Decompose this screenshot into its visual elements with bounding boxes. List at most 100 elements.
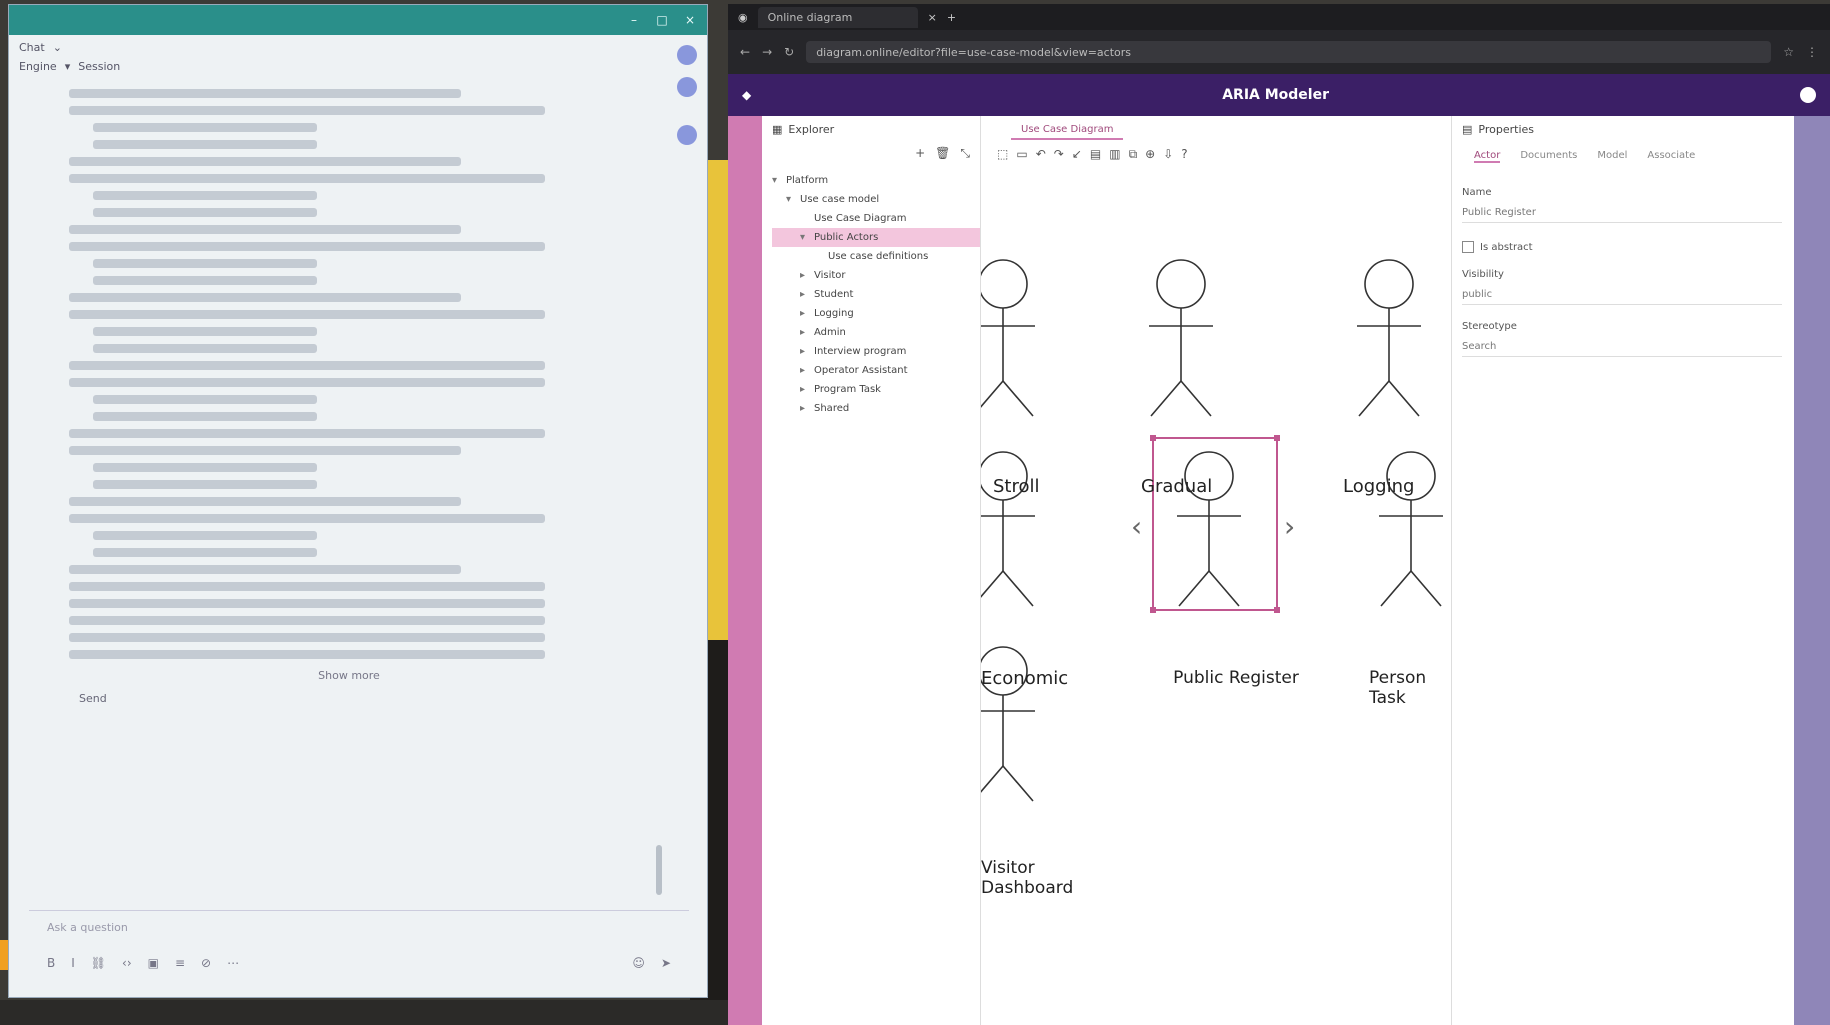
actor-label[interactable]: Stroll: [993, 476, 1040, 497]
session-label[interactable]: Session: [78, 60, 120, 73]
link-icon[interactable]: ⛓: [91, 956, 106, 970]
tree-item[interactable]: ▸ Program Task: [772, 380, 980, 399]
activity-bar[interactable]: [728, 116, 762, 1025]
actor-label[interactable]: Visitor Dashboard: [981, 858, 1101, 898]
tab-actor[interactable]: Actor: [1474, 150, 1501, 163]
tree-caret-icon[interactable]: ▸: [800, 308, 810, 319]
abstract-checkbox[interactable]: Is abstract: [1462, 241, 1782, 253]
tree-caret-icon[interactable]: ▸: [800, 346, 810, 357]
settings-icon[interactable]: [677, 125, 697, 145]
back-icon[interactable]: ←: [740, 45, 750, 59]
tree-item[interactable]: ▸ Interview program: [772, 342, 980, 361]
actor-label[interactable]: Logging: [1343, 476, 1414, 497]
resize-handle[interactable]: [1150, 435, 1156, 441]
actor-figure[interactable]: [1357, 259, 1421, 417]
avatar-icon[interactable]: [677, 45, 697, 65]
actor-label[interactable]: Person Task: [1369, 668, 1449, 708]
new-tab-icon[interactable]: +: [947, 11, 956, 24]
chat-input-area[interactable]: Ask a question B I ⛓ ‹› ▣ ≡ ⊘ ⋯ ☺ ➤: [29, 910, 689, 1001]
bold-icon[interactable]: B: [47, 956, 55, 970]
chevron-right-icon[interactable]: ›: [1284, 510, 1295, 543]
chevron-left-icon[interactable]: ‹: [1131, 510, 1142, 543]
send-icon[interactable]: ➤: [661, 956, 671, 970]
add-icon[interactable]: +: [915, 146, 925, 161]
italic-icon[interactable]: I: [71, 956, 75, 970]
help-icon[interactable]: ?: [1181, 147, 1187, 161]
maximize-icon[interactable]: □: [655, 13, 669, 27]
chevron-down-icon[interactable]: ⌄: [53, 41, 62, 54]
tree-caret-icon[interactable]: ▸: [800, 270, 810, 281]
actor-figure[interactable]: [1149, 259, 1213, 417]
actor-label[interactable]: Economic: [981, 668, 1068, 689]
tree-caret-icon[interactable]: ▸: [800, 289, 810, 300]
tab-model[interactable]: Model: [1597, 150, 1627, 163]
right-sidebar[interactable]: [1794, 116, 1830, 1025]
delete-icon[interactable]: 🗑: [935, 146, 950, 161]
tree-caret-icon[interactable]: ▾: [800, 232, 810, 243]
checkbox-icon[interactable]: [1462, 241, 1474, 253]
zoom-icon[interactable]: ⊕: [1145, 147, 1155, 161]
tree-caret-icon[interactable]: ▸: [800, 327, 810, 338]
engine-select[interactable]: Engine: [19, 60, 57, 73]
name-field[interactable]: Public Register: [1462, 202, 1782, 223]
resize-handle[interactable]: [1150, 607, 1156, 613]
emoji-icon[interactable]: ☺: [632, 956, 645, 970]
address-bar[interactable]: diagram.online/editor?file=use-case-mode…: [806, 41, 1772, 63]
tree-item[interactable]: ▾ Use case model: [772, 190, 980, 209]
chat-input[interactable]: Ask a question: [47, 921, 671, 934]
forward-icon[interactable]: →: [762, 45, 772, 59]
tab-documents[interactable]: Documents: [1520, 150, 1577, 163]
align-icon[interactable]: ▤: [1090, 147, 1101, 161]
tree-caret-icon[interactable]: ▸: [800, 403, 810, 414]
browser-tab[interactable]: Online diagram: [757, 6, 918, 28]
tab-use-case-diagram[interactable]: Use Case Diagram: [1011, 121, 1124, 140]
tree-item[interactable]: Use case definitions: [772, 247, 980, 266]
redo-icon[interactable]: ↷: [1054, 147, 1064, 161]
layout-icon[interactable]: ▥: [1109, 147, 1120, 161]
tree-caret-icon[interactable]: ▸: [800, 365, 810, 376]
assistant-icon[interactable]: [677, 77, 697, 97]
visibility-select[interactable]: public: [1462, 284, 1782, 305]
collapse-icon[interactable]: ⤡: [960, 146, 970, 161]
home-icon[interactable]: ◆: [742, 88, 751, 102]
extensions-icon[interactable]: ⋮: [1806, 45, 1818, 59]
browser-menu-icon[interactable]: ◉: [738, 11, 748, 24]
list-icon[interactable]: ≡: [175, 956, 185, 970]
tree-caret-icon[interactable]: ▾: [786, 194, 796, 205]
tree-caret-icon[interactable]: ▾: [772, 175, 782, 186]
close-tab-icon[interactable]: ×: [928, 11, 937, 24]
undo-icon[interactable]: ↶: [1036, 147, 1046, 161]
select-icon[interactable]: ⬚: [997, 147, 1008, 161]
tree-item[interactable]: ▾ Public Actors: [772, 228, 980, 247]
reload-icon[interactable]: ↻: [784, 45, 794, 59]
more-icon[interactable]: ⋯: [227, 956, 239, 970]
code-icon[interactable]: ‹›: [122, 956, 132, 970]
tree-item[interactable]: ▸ Visitor: [772, 266, 980, 285]
chat-menu[interactable]: Chat: [19, 41, 45, 54]
resize-handle[interactable]: [1274, 607, 1280, 613]
resize-handle[interactable]: [1274, 435, 1280, 441]
stereotype-input[interactable]: Search: [1462, 336, 1782, 357]
tree-item[interactable]: ▸ Student: [772, 285, 980, 304]
image-icon[interactable]: ▣: [148, 956, 159, 970]
export-icon[interactable]: ⇩: [1163, 147, 1173, 161]
tree-caret-icon[interactable]: ▸: [800, 384, 810, 395]
box-icon[interactable]: ▭: [1016, 147, 1027, 161]
minimize-icon[interactable]: –: [627, 13, 641, 27]
bookmark-icon[interactable]: ☆: [1783, 45, 1794, 59]
chat-scrollbar[interactable]: [656, 845, 662, 895]
group-icon[interactable]: ⧉: [1129, 147, 1138, 162]
close-icon[interactable]: ×: [683, 13, 697, 27]
tree-item[interactable]: Use Case Diagram: [772, 209, 980, 228]
actor-label[interactable]: Gradual: [1141, 476, 1212, 497]
expand-link[interactable]: Show more: [69, 669, 629, 682]
attach-icon[interactable]: ⊘: [201, 956, 211, 970]
connector-icon[interactable]: ↙: [1072, 147, 1082, 161]
tree-item[interactable]: ▸ Logging: [772, 304, 980, 323]
caret-icon[interactable]: ▾: [65, 60, 71, 73]
account-icon[interactable]: [1799, 87, 1816, 103]
selection-frame[interactable]: [1152, 437, 1278, 611]
tree-item[interactable]: ▸ Shared: [772, 399, 980, 418]
tab-associate[interactable]: Associate: [1647, 150, 1695, 163]
tree-item[interactable]: ▸ Admin: [772, 323, 980, 342]
